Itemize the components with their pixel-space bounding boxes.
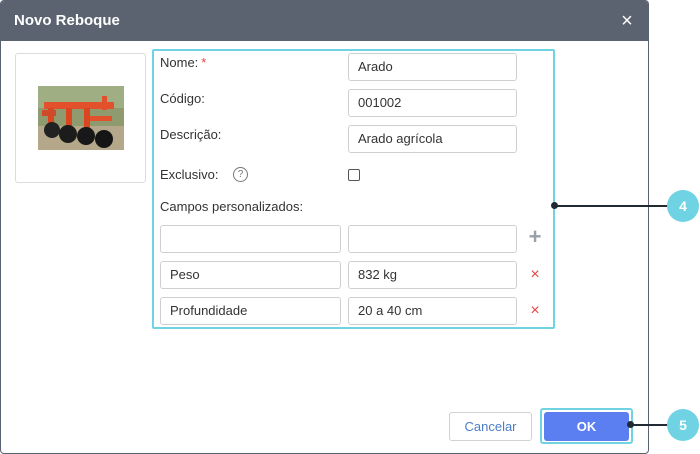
- callout-badge-5: 5: [667, 409, 699, 441]
- callout-line: [631, 424, 669, 426]
- add-custom-field-icon[interactable]: +: [527, 226, 543, 248]
- custom-field-name-input[interactable]: Peso: [160, 261, 341, 289]
- dialog-title: Novo Reboque: [14, 12, 120, 29]
- delete-custom-field-icon[interactable]: ×: [528, 303, 542, 319]
- close-icon[interactable]: ×: [616, 10, 638, 32]
- description-input[interactable]: Arado agrícola: [348, 125, 517, 153]
- required-mark: *: [201, 55, 207, 70]
- code-input[interactable]: 001002: [348, 89, 517, 117]
- cancel-button[interactable]: Cancelar: [449, 412, 532, 441]
- code-label: Código:: [160, 91, 205, 106]
- new-custom-field-value-input[interactable]: [348, 225, 517, 253]
- trailer-plow-photo: [38, 86, 124, 150]
- exclusive-label: Exclusivo:: [160, 167, 219, 182]
- new-trailer-dialog: Novo Reboque × Nome: * Arado Código: 0010…: [0, 0, 649, 454]
- name-label: Nome: *: [160, 55, 207, 70]
- custom-field-name-input[interactable]: Profundidade: [160, 297, 341, 325]
- trailer-image-box[interactable]: [15, 53, 146, 183]
- dialog-titlebar: Novo Reboque ×: [1, 1, 648, 41]
- ok-button[interactable]: OK: [544, 412, 629, 441]
- new-custom-field-name-input[interactable]: [160, 225, 341, 253]
- description-label: Descrição:: [160, 127, 222, 142]
- callout-badge-4: 4: [667, 190, 699, 222]
- custom-field-value-input[interactable]: 832 kg: [348, 261, 517, 289]
- callout-line: [555, 205, 669, 207]
- custom-field-value-input[interactable]: 20 a 40 cm: [348, 297, 517, 325]
- delete-custom-field-icon[interactable]: ×: [528, 267, 542, 283]
- name-input[interactable]: Arado: [348, 53, 517, 81]
- help-icon[interactable]: ?: [233, 167, 248, 182]
- exclusive-checkbox[interactable]: [348, 169, 360, 181]
- custom-fields-label: Campos personalizados:: [160, 199, 304, 214]
